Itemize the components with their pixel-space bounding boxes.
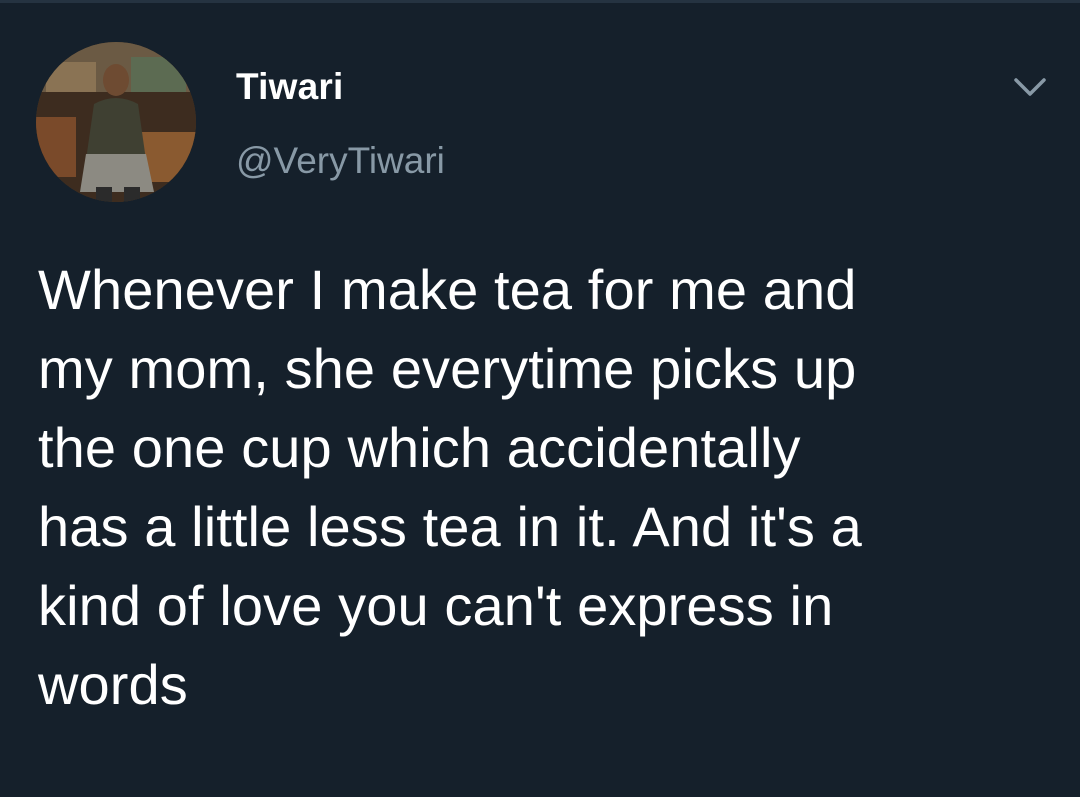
tweet-text: Whenever I make tea for me and my mom, s… — [38, 258, 862, 716]
display-name[interactable]: Tiwari — [236, 66, 343, 108]
avatar-photo — [36, 42, 196, 202]
user-handle[interactable]: @VeryTiwari — [236, 140, 445, 182]
chevron-down-icon[interactable] — [1008, 70, 1052, 106]
tweet-card: Tiwari @VeryTiwari Whenever I make tea f… — [0, 0, 1080, 797]
avatar[interactable] — [36, 42, 196, 202]
divider — [0, 0, 1080, 3]
